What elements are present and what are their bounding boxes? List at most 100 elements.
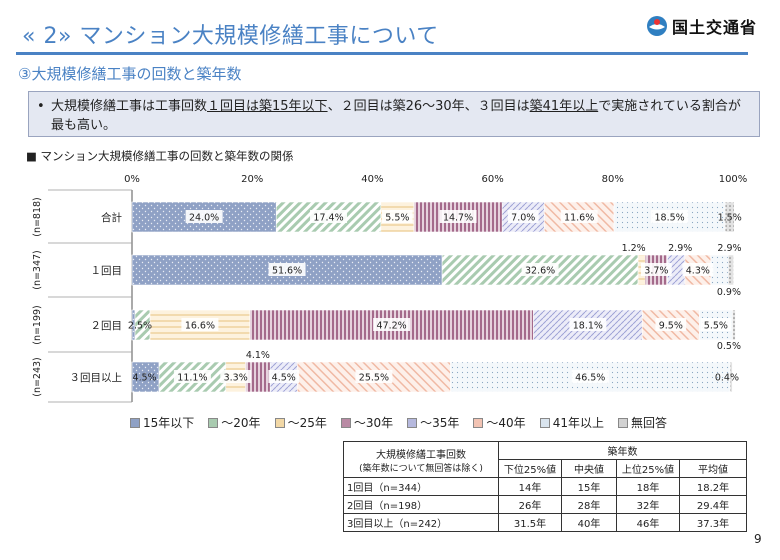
table-row-label: 3回目以上（n=242） [343, 513, 499, 532]
data-label: 0.9% [717, 287, 741, 298]
data-label: 14.7% [443, 213, 473, 224]
legend-swatch [617, 417, 628, 428]
stats-table: 大規模修繕工事回数 (築年数について無回答は除く) 築年数 下位25%値 中央値… [343, 441, 747, 532]
legend-label: ～40年 [486, 416, 526, 430]
legend-swatch [208, 417, 219, 428]
legend-label: ～30年 [353, 416, 394, 430]
data-label: 7.0% [511, 213, 535, 224]
x-tick-label: 60% [481, 174, 503, 185]
table-cell: 14年 [498, 477, 562, 496]
table-cell: 18年 [616, 477, 680, 496]
legend-label: ～20年 [221, 416, 261, 430]
legend-label: 無回答 [630, 416, 667, 430]
data-label: 2.9% [717, 243, 741, 254]
n-label: (n=243) [32, 357, 43, 397]
data-label: 18.5% [655, 213, 685, 224]
stats-header-col1-line1: 大規模修繕工事回数 [376, 449, 466, 461]
legend-swatch [274, 417, 285, 428]
data-label: 0.5% [717, 341, 741, 352]
stats-subheader: 下位25%値 [498, 459, 562, 478]
table-cell: 37.3年 [679, 513, 747, 532]
bar-segment [732, 309, 736, 341]
data-label: 11.6% [564, 213, 594, 224]
stats-subheader: 中央値 [561, 459, 617, 478]
chart-legend: 15年以下 ～20年 ～25年 ～30年 ～35年 ～40年 41年以上 無回答 [130, 414, 667, 431]
table-cell: 18.2年 [679, 477, 747, 496]
category-label: ３回目以上 [70, 372, 123, 384]
legend-item: 15年以下 [130, 414, 194, 431]
data-label: 47.2% [377, 321, 407, 332]
data-label: 11.1% [177, 373, 207, 384]
data-label: 4.1% [246, 350, 270, 361]
n-label: (n=818) [32, 197, 43, 237]
category-label: １回目 [91, 265, 123, 277]
data-label: 16.6% [185, 321, 215, 332]
table-cell: 28年 [561, 495, 617, 514]
table-cell: 29.4年 [679, 495, 747, 514]
data-label: 4.3% [686, 266, 710, 277]
x-tick-label: 80% [602, 174, 624, 185]
table-cell: 46年 [616, 513, 680, 532]
data-label: 3.3% [224, 373, 248, 384]
stats-header-col1: 大規模修繕工事回数 (築年数について無回答は除く) [343, 441, 499, 478]
table-row: 3回目以上（n=242） 31.5年 40年 46年 37.3年 [343, 513, 747, 532]
legend-item: ～25年 [274, 414, 327, 431]
x-tick-label: 40% [361, 174, 383, 185]
stats-subheader: 上位25%値 [616, 459, 680, 478]
table-cell: 40年 [561, 513, 617, 532]
data-label: 4.5% [272, 373, 296, 384]
table-row: 2回目（n=198） 26年 28年 32年 29.4年 [343, 495, 747, 514]
category-label: ２回目 [91, 320, 123, 332]
stacked-bar-chart: 0% 20% 40% 60% 80% 100% 合計 (n=818) 24.0% 17.4% 5.… [32, 174, 748, 403]
n-label: (n=199) [32, 305, 43, 345]
legend-swatch [473, 417, 484, 428]
n-label: (n=347) [32, 250, 43, 290]
x-tick-label: 20% [241, 174, 263, 185]
legend-item: ～30年 [340, 414, 394, 431]
page-number: 9 [754, 532, 762, 546]
legend-label: 41年以上 [552, 416, 604, 430]
legend-label: ～35年 [420, 416, 460, 430]
legend-swatch [539, 417, 550, 428]
category-label: 合計 [101, 211, 122, 224]
table-cell: 31.5年 [498, 513, 562, 532]
data-label: 24.0% [189, 213, 219, 224]
data-label: 51.6% [272, 266, 302, 277]
bar-segment [710, 254, 729, 286]
table-row: 1回目（n=344） 14年 15年 18年 18.2年 [343, 477, 747, 496]
legend-item: 無回答 [617, 414, 667, 431]
legend-swatch [340, 417, 351, 428]
legend-item: ～35年 [407, 414, 459, 431]
table-row-label: 1回目（n=344） [343, 477, 499, 496]
data-label: 2.9% [668, 243, 692, 254]
legend-item: 41年以上 [539, 414, 604, 431]
table-row-label: 2回目（n=198） [343, 495, 499, 514]
data-label: 9.5% [659, 321, 683, 332]
data-label: 2.5% [128, 321, 152, 332]
table-cell: 32年 [616, 495, 680, 514]
x-tick-label: 100% [719, 174, 748, 185]
data-label: 3.7% [644, 266, 668, 277]
table-cell: 15年 [561, 477, 617, 496]
data-label: 4.5% [132, 373, 156, 384]
legend-label: 15年以下 [143, 416, 195, 430]
legend-label: ～25年 [287, 416, 327, 430]
data-label: 5.5% [704, 321, 728, 332]
stats-header-group: 築年数 [498, 441, 747, 460]
data-label: 1.5% [718, 213, 742, 224]
legend-swatch [407, 417, 418, 428]
legend-item: ～40年 [473, 414, 526, 431]
data-label: 1.2% [622, 243, 646, 254]
data-label: 18.1% [573, 321, 603, 332]
data-label: 17.4% [313, 213, 343, 224]
table-cell: 26年 [498, 495, 562, 514]
data-label: 0.4% [715, 373, 739, 384]
legend-swatch [130, 417, 140, 428]
data-label: 25.5% [359, 373, 389, 384]
stats-header-col1-line2: (築年数について無回答は除く) [359, 463, 483, 474]
bar-segment [727, 254, 734, 286]
legend-item: ～20年 [208, 414, 261, 431]
stats-subheader: 平均値 [679, 459, 747, 478]
x-tick-label: 0% [124, 174, 140, 185]
data-label: 32.6% [525, 266, 555, 277]
